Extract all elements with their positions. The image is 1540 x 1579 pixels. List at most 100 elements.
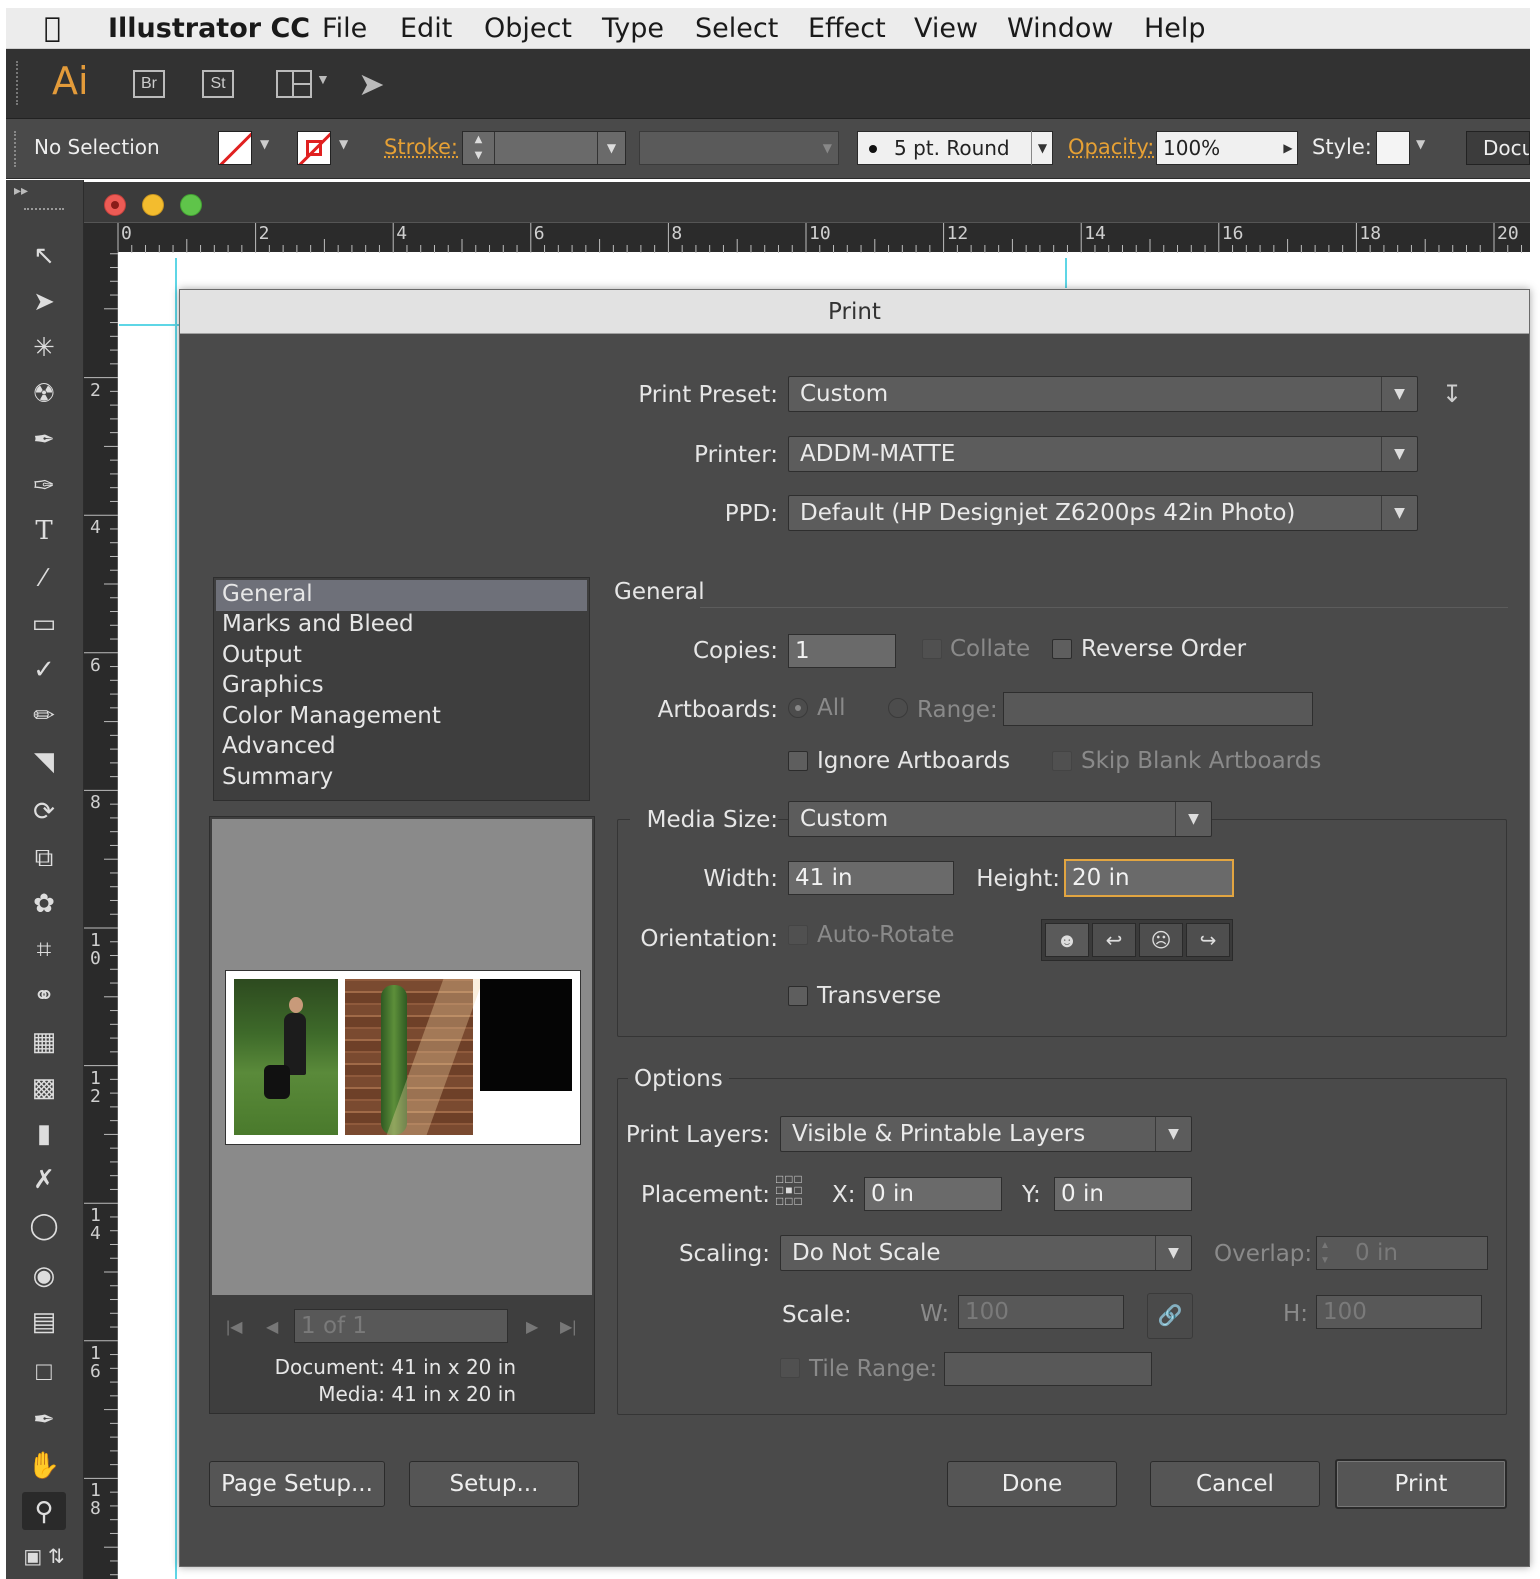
page-setup-button[interactable]: Page Setup... [209,1461,385,1507]
tile-range-field[interactable] [944,1352,1152,1386]
page-counter-field[interactable]: 1 of 1 [294,1309,508,1343]
category-color-management[interactable]: Color Management [222,703,441,729]
artboard-tool-icon[interactable]: □ [22,1352,66,1390]
arrange-documents-icon[interactable] [276,70,312,98]
lasso-tool-icon[interactable]: ☢ [22,374,66,412]
tile-range-checkbox[interactable] [780,1358,800,1378]
shape-builder-tool-icon[interactable]: ⚭ [22,976,66,1014]
minimize-window-button[interactable] [142,194,164,216]
chevron-down-icon[interactable]: ▼ [316,71,330,87]
hand-tool-icon[interactable]: ✋ [22,1446,66,1484]
width-field[interactable]: 41 in [788,861,954,895]
next-page-icon[interactable]: ▶ [526,1317,538,1337]
print-button[interactable]: Print [1335,1459,1507,1509]
transverse-checkbox[interactable] [788,986,808,1006]
menu-file[interactable]: File [322,13,367,44]
slice-tool-icon[interactable]: ✒ [22,1400,66,1438]
mesh-tool-icon[interactable]: ▩ [22,1068,66,1106]
apple-icon[interactable]:  [44,11,61,44]
opacity-field[interactable]: 100% [1156,131,1298,165]
skip-blank-artboards-checkbox[interactable] [1052,751,1072,771]
variable-width-profile[interactable]: ▼ [639,131,839,165]
menu-window[interactable]: Window [1007,13,1113,44]
blend-tool-icon[interactable]: ◯ [22,1206,66,1244]
menu-effect[interactable]: Effect [808,13,886,44]
close-window-button[interactable] [104,194,126,216]
selection-tool-icon[interactable]: ↖ [22,236,66,274]
copies-field[interactable]: 1 [788,634,896,668]
chevron-down-icon[interactable]: ▼ [1031,131,1053,165]
scale-w-field[interactable]: 100 [958,1295,1124,1329]
zoom-tool-icon[interactable]: ⚲ [22,1492,66,1530]
fill-stroke-swap-icon[interactable]: ▣ ⇅ [22,1538,66,1576]
fill-swatch[interactable] [218,131,252,165]
eraser-tool-icon[interactable]: ◥ [22,742,66,780]
media-size-select[interactable]: Custom ▼ [788,801,1212,837]
placement-y-field[interactable]: 0 in [1054,1177,1192,1211]
category-summary[interactable]: Summary [222,764,333,790]
artboards-all-radio[interactable] [788,698,808,718]
chevron-down-icon[interactable]: ▼ [260,137,269,151]
chevron-down-icon[interactable]: ▼ [1416,137,1425,151]
constrain-proportions-icon[interactable]: 🔗 [1147,1293,1193,1339]
menu-type[interactable]: Type [602,13,664,44]
scaling-select[interactable]: Do Not Scale ▼ [780,1235,1192,1271]
magic-wand-tool-icon[interactable]: ✳ [22,328,66,366]
scale-tool-icon[interactable]: ⧉ [22,838,66,876]
landscape-orientation-icon[interactable]: ↩ [1092,923,1136,957]
flipped-landscape-orientation-icon[interactable]: ↪ [1186,923,1230,957]
rectangle-tool-icon[interactable]: ▭ [22,604,66,642]
prev-page-icon[interactable]: ◀ [266,1317,278,1337]
menu-app-name[interactable]: Illustrator CC [108,13,310,44]
placement-x-field[interactable]: 0 in [864,1177,1002,1211]
menu-view[interactable]: View [914,13,978,44]
pencil-tool-icon[interactable]: ✏ [22,696,66,734]
perspective-grid-tool-icon[interactable]: ▦ [22,1022,66,1060]
ppd-select[interactable]: Default (HP Designjet Z6200ps 42in Photo… [788,495,1418,531]
gpu-rocket-icon[interactable]: ➤ [358,65,385,103]
rotate-tool-icon[interactable]: ⟳ [22,792,66,830]
overlap-stepper-icon[interactable]: ▲ ▼ [1320,1238,1330,1268]
last-page-icon[interactable]: ▶| [560,1317,576,1337]
category-marks-and-bleed[interactable]: Marks and Bleed [222,611,414,637]
graphic-style-swatch[interactable] [1376,131,1410,165]
scale-h-field[interactable]: 100 [1316,1295,1482,1329]
curvature-tool-icon[interactable]: ✑ [22,466,66,504]
overlap-field[interactable]: 0 in [1316,1236,1488,1270]
auto-rotate-checkbox[interactable] [788,925,808,945]
category-advanced[interactable]: Advanced [222,733,336,759]
print-layers-select[interactable]: Visible & Printable Layers ▼ [780,1116,1192,1152]
gradient-tool-icon[interactable]: ▮ [22,1114,66,1152]
save-preset-icon[interactable]: ↧ [1442,380,1462,409]
artboards-range-radio[interactable] [888,698,908,718]
opacity-label[interactable]: Opacity: [1068,135,1154,159]
brush-definition[interactable]: 5 pt. Round [857,131,1053,165]
menu-object[interactable]: Object [484,13,572,44]
type-tool-icon[interactable]: T [22,512,66,550]
placement-reference-point-icon[interactable]: □□□ □■□ □□□ [776,1173,814,1212]
print-preset-select[interactable]: Custom ▼ [788,376,1418,412]
cancel-button[interactable]: Cancel [1150,1461,1320,1507]
done-button[interactable]: Done [947,1461,1117,1507]
document-setup-button[interactable]: Docu [1466,131,1530,165]
chevron-right-icon[interactable]: ▶ [1278,131,1298,165]
category-general[interactable]: General [222,581,313,607]
bridge-icon[interactable]: Br [133,70,165,98]
ignore-artboards-checkbox[interactable] [788,751,808,771]
stroke-label[interactable]: Stroke: [384,135,458,159]
free-transform-tool-icon[interactable]: ⌗ [22,930,66,968]
symbol-sprayer-tool-icon[interactable]: ◉ [22,1256,66,1294]
menu-edit[interactable]: Edit [400,13,452,44]
collapse-icon[interactable]: ▸▸ [14,182,28,199]
flipped-portrait-orientation-icon[interactable]: ☹ [1139,923,1183,957]
menu-help[interactable]: Help [1144,13,1206,44]
stroke-weight-field[interactable]: ▲ ▼ ▼ [462,131,626,165]
eyedropper-tool-icon[interactable]: ✗ [22,1160,66,1198]
setup-button[interactable]: Setup... [409,1461,579,1507]
reverse-order-checkbox[interactable] [1052,639,1072,659]
line-tool-icon[interactable]: ∕ [22,558,66,596]
direct-selection-tool-icon[interactable]: ➤ [22,282,66,320]
column-graph-tool-icon[interactable]: ▤ [22,1302,66,1340]
stroke-swatch[interactable] [297,131,331,165]
collate-checkbox[interactable] [922,639,942,659]
